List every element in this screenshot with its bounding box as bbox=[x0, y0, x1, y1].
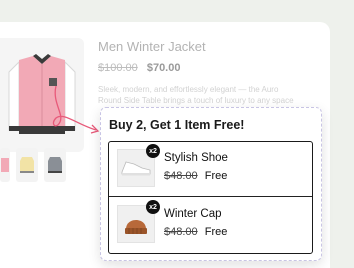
description-line: Sleek, modern, and effortlessly elegant … bbox=[98, 85, 279, 94]
bundle-offer-panel: Buy 2, Get 1 Item Free! x2 Stylish Shoe … bbox=[100, 107, 322, 261]
quantity-badge: x2 bbox=[146, 200, 160, 214]
quantity-badge: x2 bbox=[146, 144, 160, 158]
item-original-price: $48.00 bbox=[164, 226, 198, 238]
jacket-icon bbox=[20, 157, 34, 173]
offer-title: Buy 2, Get 1 Item Free! bbox=[109, 118, 245, 132]
sale-price: $70.00 bbox=[146, 62, 181, 74]
item-price: $48.00 Free bbox=[164, 170, 227, 182]
product-title: Men Winter Jacket bbox=[98, 39, 206, 54]
item-thumbnail: x2 bbox=[117, 144, 160, 187]
sneaker-icon bbox=[121, 161, 151, 176]
item-original-price: $48.00 bbox=[164, 170, 198, 182]
offer-item-stylish-shoe[interactable]: x2 Stylish Shoe $48.00 Free bbox=[109, 142, 312, 197]
item-price: $48.00 Free bbox=[164, 226, 227, 238]
item-name: Stylish Shoe bbox=[164, 152, 228, 164]
original-price: $100.00 bbox=[98, 62, 138, 74]
item-free-label: Free bbox=[204, 226, 228, 238]
thumbnail-yellow-jacket[interactable] bbox=[16, 148, 38, 182]
offer-item-winter-cap[interactable]: x2 Winter Cap $48.00 Free bbox=[109, 198, 312, 253]
description-line: Round Side Table brings a touch of luxur… bbox=[98, 96, 294, 105]
item-thumbnail: x2 bbox=[117, 200, 160, 243]
thumbnail-grey-jacket[interactable] bbox=[44, 148, 66, 182]
jacket-icon bbox=[48, 157, 62, 173]
beanie-icon bbox=[125, 220, 147, 234]
thumbnail-row bbox=[0, 148, 66, 182]
item-name: Winter Cap bbox=[164, 208, 222, 220]
product-description: Sleek, modern, and effortlessly elegant … bbox=[98, 84, 322, 106]
price-row: $100.00 $70.00 bbox=[98, 62, 180, 74]
thumbnail-jacket[interactable] bbox=[0, 148, 10, 182]
offer-item-list: x2 Stylish Shoe $48.00 Free x2 Winter Ca… bbox=[108, 141, 313, 254]
item-free-label: Free bbox=[204, 170, 228, 182]
